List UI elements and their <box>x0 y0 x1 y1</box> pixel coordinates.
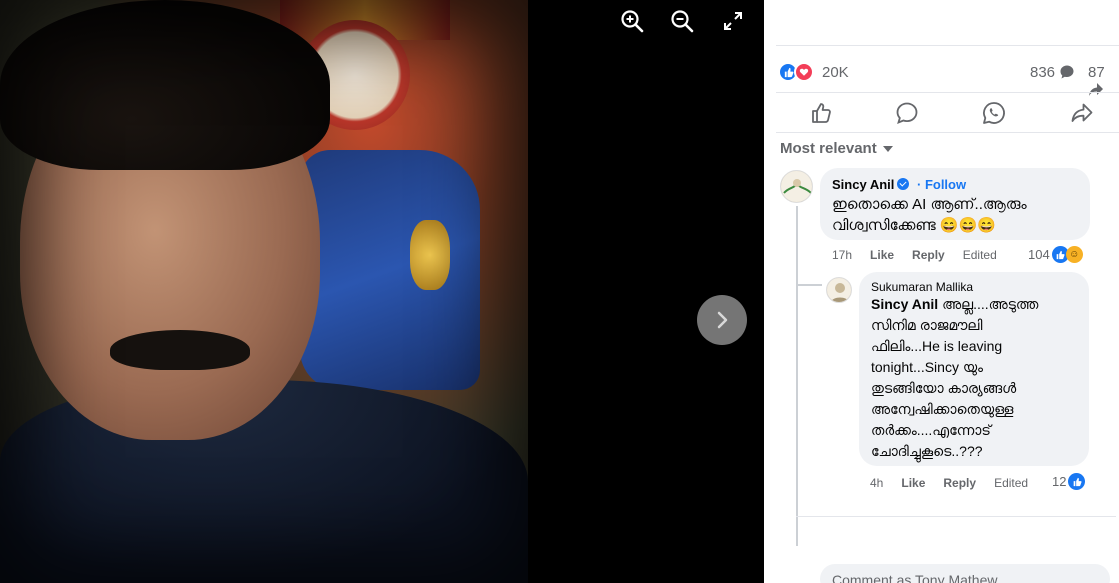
photo-viewer <box>0 0 764 583</box>
like-reaction-icon <box>1068 473 1086 490</box>
comment-reply-link[interactable]: Reply <box>943 476 976 490</box>
thread-connector <box>796 284 822 286</box>
avatar[interactable] <box>826 277 852 303</box>
share-icon <box>1071 103 1093 122</box>
comment-line: തുടങ്ങിയോ കാര്യങ്ങൾ <box>871 380 1017 396</box>
next-photo-button[interactable] <box>697 295 747 345</box>
comment-text: Sincy Anil അല്ല....അടുത്ത സിനിമ രാജമൗലി … <box>871 294 1077 462</box>
zoom-in-icon[interactable] <box>619 8 645 34</box>
comment-line: tonight...Sincy യും <box>871 359 984 375</box>
comment-meta: 17h Like Reply Edited <box>832 248 1015 262</box>
thread-line <box>796 206 798 546</box>
comment-button[interactable] <box>894 100 920 126</box>
comment-bubble: Sincy Anil · Follow ഇതൊക്കെ AI ആണ്..ആരും… <box>820 168 1090 240</box>
comment-like-link[interactable]: Like <box>901 476 925 490</box>
comment-author[interactable]: Sincy Anil <box>832 177 894 192</box>
shares-count-value: 87 <box>1088 64 1105 81</box>
caret-down-icon <box>882 146 893 153</box>
post-stats: 20K 836 87 <box>778 62 1119 96</box>
comment-bubble: Sukumaran Mallika Sincy Anil അല്ല....അടു… <box>859 272 1089 466</box>
post-actions <box>776 96 1119 130</box>
comment-like-link[interactable]: Like <box>870 248 894 262</box>
divider <box>796 516 1116 517</box>
chevron-right-icon <box>717 311 728 329</box>
share-arrow-icon <box>1089 83 1103 96</box>
reactions-count[interactable]: 20K <box>822 64 849 81</box>
comments-count-value: 836 <box>1030 64 1056 81</box>
comment-reactions[interactable]: 12 <box>1052 473 1086 490</box>
comment-line: വിശ്വസിക്കേണ്ട 😄😄😄 <box>832 217 996 234</box>
comment-sort-dropdown[interactable]: Most relevant <box>780 140 893 157</box>
reactions-summary[interactable] <box>778 62 814 82</box>
comment-line: അന്വേഷിക്കാതെയുള്ള <box>871 401 1014 417</box>
comment-line: സിനിമ രാജമൗലി <box>871 317 983 333</box>
haha-reaction-icon: ☺ <box>1065 246 1083 263</box>
comment-edited-label: Edited <box>962 248 997 262</box>
comments-panel: 20K 836 87 Most relevant Sincy Anil · Fo… <box>764 0 1119 583</box>
like-button[interactable] <box>809 100 835 126</box>
comment-line: അല്ല....അടുത്ത <box>942 296 1039 312</box>
fullscreen-icon[interactable] <box>720 8 746 34</box>
comment-icon <box>896 102 918 125</box>
avatar[interactable] <box>780 170 813 203</box>
comment-reactions[interactable]: 104 ☺ <box>1028 246 1083 263</box>
comment-line: തർക്കം....എന്നോട് <box>871 422 991 438</box>
zoom-out-icon[interactable] <box>669 8 695 34</box>
sort-label: Most relevant <box>780 140 877 157</box>
post-photo[interactable] <box>0 0 528 583</box>
comment-text: ഇതൊക്കെ AI ആണ്..ആരും വിശ്വസിക്കേണ്ട 😄😄😄 <box>832 194 1078 236</box>
comment-reaction-count: 12 <box>1052 474 1067 489</box>
comment-bubble-icon <box>1060 65 1074 79</box>
comment-edited-label: Edited <box>994 476 1029 490</box>
comment-time[interactable]: 17h <box>832 248 852 262</box>
whatsapp-share-button[interactable] <box>981 100 1007 126</box>
comment-input[interactable]: Comment as Tony Mathew <box>820 564 1110 583</box>
mention-link[interactable]: Sincy Anil <box>871 296 938 312</box>
comment-author[interactable]: Sukumaran Mallika <box>871 280 1077 294</box>
love-reaction-icon <box>794 62 814 82</box>
comment-line: ഇതൊക്കെ AI ആണ്..ആരും <box>832 196 1027 213</box>
comment-time[interactable]: 4h <box>870 476 883 490</box>
comment-meta: 4h Like Reply Edited <box>870 476 1046 490</box>
follow-link[interactable]: Follow <box>925 177 966 192</box>
divider <box>776 132 1119 133</box>
verified-badge-icon <box>897 178 910 190</box>
comments-count[interactable]: 836 <box>1030 64 1075 81</box>
whatsapp-icon <box>983 102 1005 124</box>
comment-reaction-count: 104 <box>1028 247 1050 262</box>
divider <box>776 45 1119 46</box>
comment-line: ചോദിച്ചുകൂടെ..??? <box>871 443 983 459</box>
thumbs-up-icon <box>812 103 831 123</box>
comment-reply-link[interactable]: Reply <box>912 248 945 262</box>
share-button[interactable] <box>1069 100 1095 126</box>
divider <box>776 92 1119 93</box>
comment-line: ഫിലിം...He is leaving <box>871 338 1003 354</box>
